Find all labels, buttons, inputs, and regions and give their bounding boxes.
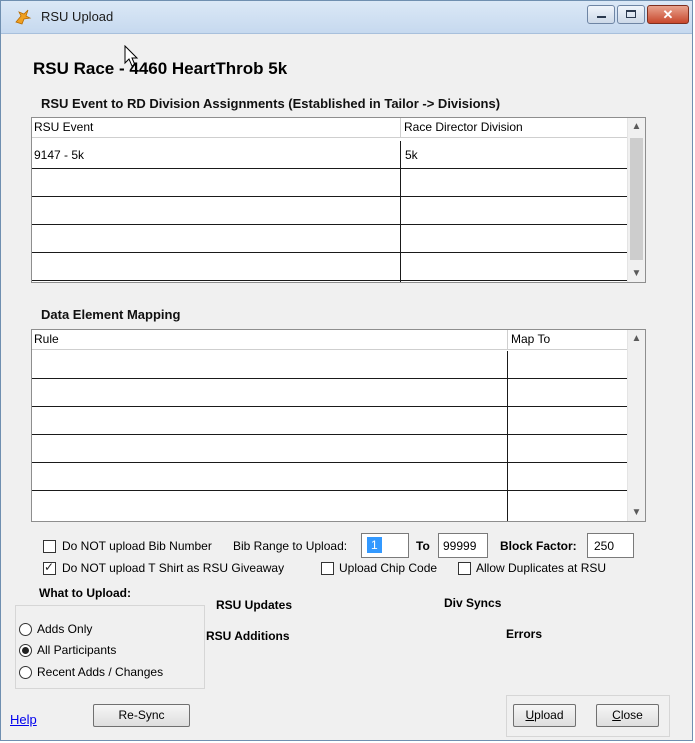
window-title: RSU Upload [41,9,114,24]
help-link[interactable]: Help [10,712,37,727]
to-label: To [416,539,430,553]
allow-duplicates-checkbox[interactable] [458,562,471,575]
resync-button[interactable]: Re-Sync [93,704,190,727]
block-factor-input[interactable]: 250 [587,533,634,558]
runner-app-icon [15,9,32,25]
close-icon: ✕ [662,7,674,22]
upload-label: pload [534,708,564,722]
chip-code-checkbox[interactable] [321,562,334,575]
maximize-icon [626,10,636,18]
assignments-scrollbar[interactable]: ▲ ▼ [627,118,645,282]
no-bib-checkbox[interactable] [43,540,56,553]
maximize-button[interactable] [617,5,645,24]
table-row[interactable] [32,197,629,225]
table-row[interactable] [32,463,629,491]
column-header-rule[interactable]: Rule [34,332,59,346]
close-window-button[interactable]: ✕ [647,5,689,24]
mapping-grid[interactable]: Rule Map To ▲ ▼ [31,329,646,522]
div-syncs-label: Div Syncs [444,596,502,610]
race-title: RSU Race - 4460 HeartThrob 5k [33,59,288,78]
scroll-down-icon[interactable]: ▼ [628,504,645,521]
block-factor-label: Block Factor: [500,539,577,553]
rsu-additions-label: RSU Additions [206,629,290,643]
errors-label: Errors [506,627,543,641]
event-cell: 9147 - 5k [34,148,85,162]
bib-from-input[interactable]: 1 [361,533,409,558]
table-row[interactable] [32,435,629,463]
scroll-up-icon[interactable]: ▲ [628,330,645,347]
close-label: lose [620,708,643,722]
rsu-upload-window: RSU Upload ✕ RSU Race - 4460 HeartThrob … [0,0,693,741]
no-tshirt-label[interactable]: Do NOT upload T Shirt as RSU Giveaway [62,561,284,575]
close-accel: C [612,708,621,722]
block-factor-value: 250 [594,539,615,553]
minimize-button[interactable] [587,5,615,24]
no-bib-label[interactable]: Do NOT upload Bib Number [62,539,212,553]
all-participants-radio[interactable] [19,644,32,657]
division-cell: 5k [405,148,418,162]
assignments-grid[interactable]: RSU Event Race Director Division 9147 - … [31,117,646,283]
chip-code-label[interactable]: Upload Chip Code [339,561,437,575]
scroll-thumb[interactable] [630,138,643,260]
column-separator [507,351,508,521]
upload-accel: U [525,708,535,722]
column-header-rsu-event[interactable]: RSU Event [34,120,93,134]
checkmark-icon: ✓ [44,560,55,574]
adds-only-radio[interactable] [19,623,32,636]
table-row[interactable] [32,491,629,519]
bib-to-value: 99999 [443,539,477,553]
radio-selected-icon [22,647,29,654]
table-row[interactable] [32,253,629,281]
header-separator [400,118,401,137]
column-header-rd-division[interactable]: Race Director Division [404,120,523,134]
header-separator [507,330,508,349]
what-to-upload-label: What to Upload: [39,586,131,600]
table-row[interactable] [32,351,629,379]
bib-range-label: Bib Range to Upload: [233,539,348,553]
assignments-header: RSU Event Race Director Division [32,118,629,138]
recent-adds-label[interactable]: Recent Adds / Changes [37,665,163,679]
table-row[interactable] [32,225,629,253]
no-tshirt-checkbox[interactable]: ✓ [43,560,56,575]
mapping-section-label: Data Element Mapping [41,307,181,322]
bib-to-input[interactable]: 99999 [438,533,488,558]
bib-from-value: 1 [367,537,382,553]
scroll-up-icon[interactable]: ▲ [628,118,645,135]
rsu-updates-label: RSU Updates [216,598,293,612]
assignments-section-label: RSU Event to RD Division Assignments (Es… [41,96,501,111]
table-row[interactable]: 9147 - 5k 5k [32,141,629,169]
column-separator [400,141,401,282]
table-row[interactable] [32,379,629,407]
table-row[interactable] [32,169,629,197]
adds-only-label[interactable]: Adds Only [37,622,92,636]
recent-adds-radio[interactable] [19,666,32,679]
mapping-scrollbar[interactable]: ▲ ▼ [627,330,645,521]
column-header-map-to[interactable]: Map To [511,332,550,346]
allow-duplicates-label[interactable]: Allow Duplicates at RSU [476,561,606,575]
upload-button[interactable]: Upload [513,704,576,727]
mapping-header: Rule Map To [32,330,629,350]
table-row[interactable] [32,407,629,435]
minimize-icon [597,16,606,18]
close-button[interactable]: Close [596,704,659,727]
all-participants-label[interactable]: All Participants [37,643,116,657]
scroll-down-icon[interactable]: ▼ [628,265,645,282]
title-bar[interactable]: RSU Upload ✕ [1,1,692,34]
